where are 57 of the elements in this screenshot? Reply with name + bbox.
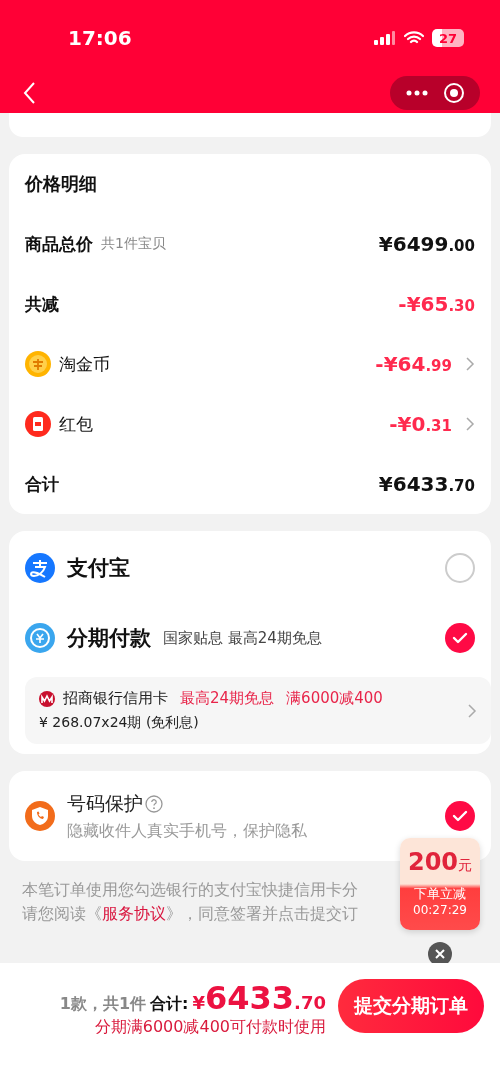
total-label: 合计: — [150, 994, 189, 1015]
coupon-badge[interactable]: 200元 下单立减 00:27:29 — [400, 838, 480, 930]
item-count: 1款，共1件 — [59, 994, 147, 1015]
promo-tag: 满6000减400 — [286, 689, 383, 708]
payment-method-name: 支付宝 — [67, 555, 130, 582]
more-button[interactable] — [405, 89, 428, 96]
submit-button[interactable]: 提交分期订单 — [338, 979, 484, 1033]
close-miniprogram-button[interactable] — [442, 81, 465, 104]
price-amount: -¥65.30 — [398, 292, 475, 316]
price-amount: -¥64.99 — [375, 352, 452, 376]
envelope-icon — [25, 411, 51, 437]
price-label: 商品总价 — [25, 232, 93, 256]
radio-button[interactable] — [445, 553, 475, 583]
chevron-right-icon — [468, 703, 477, 718]
wifi-icon — [404, 31, 424, 45]
more-icon — [405, 89, 428, 96]
promo-text: 分期满6000减400可付款时使用 — [94, 1017, 326, 1038]
price-amount: ¥6499.00 — [378, 232, 475, 256]
agreement-notice: 本笔订单使用您勾选银行的支付宝快捷信用卡分 请您阅读《服务协议》，同意签署并点击提交订 — [22, 879, 358, 925]
item-count: 共1件宝贝 — [101, 235, 166, 253]
protection-title: 号码保护 — [67, 790, 143, 816]
help-icon[interactable] — [145, 794, 163, 813]
check-icon — [452, 632, 468, 644]
card-title: 价格明细 — [25, 172, 98, 196]
bank-logo-icon — [39, 690, 55, 707]
battery-indicator: 27 — [432, 29, 464, 47]
close-icon — [435, 949, 445, 959]
coin-icon — [25, 351, 51, 377]
service-agreement-link[interactable]: 服务协议 — [102, 904, 166, 923]
price-label: 合计 — [25, 472, 59, 496]
chevron-right-icon — [466, 357, 475, 371]
protection-description: 隐藏收件人真实手机号，保护隐私 — [67, 820, 307, 842]
price-amount: -¥0.31 — [389, 412, 452, 436]
radio-button[interactable] — [445, 623, 475, 653]
total-amount: ¥6433.70 — [192, 979, 326, 1017]
price-label: 红包 — [59, 412, 93, 436]
checkbox[interactable] — [445, 801, 475, 831]
payment-note: 国家贴息 最高24期免息 — [163, 628, 322, 648]
status-time: 17:06 — [68, 26, 132, 50]
back-icon — [22, 80, 36, 105]
chevron-right-icon — [466, 417, 475, 431]
price-amount: ¥6433.70 — [378, 472, 475, 496]
close-button[interactable] — [428, 942, 452, 966]
installment-icon — [25, 623, 55, 653]
installment-plan: ¥ 268.07x24期 (免利息) — [39, 714, 200, 732]
price-label: 淘金币 — [59, 352, 110, 376]
target-icon — [442, 81, 465, 104]
promo-tag: 最高24期免息 — [180, 689, 275, 708]
bank-name: 招商银行信用卡 — [63, 689, 168, 708]
signal-icon — [374, 31, 396, 45]
back-button[interactable] — [22, 80, 36, 105]
shield-phone-icon — [25, 801, 55, 831]
payment-method-name: 分期付款 — [67, 625, 151, 652]
price-label: 共减 — [25, 292, 59, 316]
payment-logo-icon — [25, 553, 55, 583]
check-icon — [452, 810, 468, 822]
bank-card-option[interactable]: 招商银行信用卡 最高24期免息 满6000减400 ¥ 268.07x24期 (免利息) — [25, 677, 491, 744]
